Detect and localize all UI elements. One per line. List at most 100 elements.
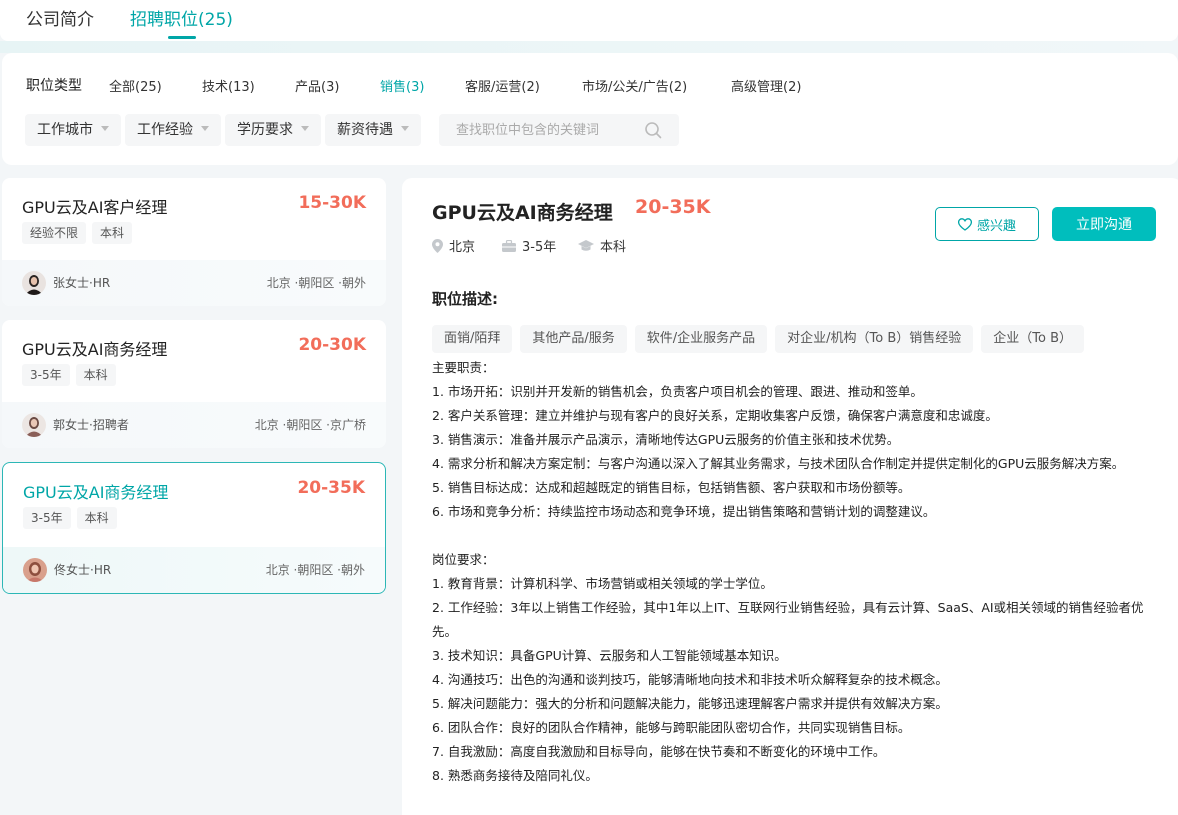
job-card-tags: 3-5年 本科 <box>22 364 116 386</box>
category-all[interactable]: 全部(25) <box>109 76 162 95</box>
job-card-title: GPU云及AI客户经理 <box>22 198 168 217</box>
top-nav: 公司简介 招聘职位(25) <box>0 0 1178 41</box>
keyword-tags: 面销/陌拜 其他产品/服务 软件/企业服务产品 对企业/机构（To B）销售经验… <box>432 325 1085 353</box>
job-description-heading: 职位描述: <box>432 290 498 308</box>
description-line: 4. 需求分析和解决方案定制：与客户沟通以深入了解其业务需求，与技术团队合作制定… <box>432 456 1125 471</box>
job-location: 北京 ·朝阳区 ·京广桥 <box>254 418 366 432</box>
salary-dropdown[interactable]: 薪资待遇 <box>325 114 421 146</box>
job-card[interactable]: GPU云及AI商务经理 20-30K 3-5年 本科 郭女士·招聘者 北京 ·朝… <box>2 320 386 448</box>
experience-dropdown[interactable]: 工作经验 <box>125 114 221 146</box>
tab-jobs[interactable]: 招聘职位(25) <box>130 5 233 30</box>
recruiter-name: 张女士·HR <box>53 276 111 290</box>
job-card-title: GPU云及AI商务经理 <box>23 483 169 502</box>
avatar <box>23 558 47 582</box>
recruiter-name: 佟女士·HR <box>54 563 112 577</box>
job-location: 北京 ·朝阳区 ·朝外 <box>266 276 366 290</box>
category-product[interactable]: 产品(3) <box>295 76 339 95</box>
job-detail-panel: GPU云及AI商务经理 20-35K 北京 3-5年 本科 感兴趣 立即沟通 职… <box>402 178 1178 815</box>
job-description: 主要职责： 1. 市场开拓：识别并开发新的销售机会，负责客户项目机会的管理、跟进… <box>432 356 1152 788</box>
avatar <box>22 413 46 437</box>
description-line: 6. 团队合作：良好的团队合作精神，能够与跨职能团队密切合作，共同实现销售目标。 <box>432 720 911 735</box>
caret-down-icon <box>401 125 409 131</box>
interest-button-label: 感兴趣 <box>976 218 1016 234</box>
description-line: 主要职责： <box>432 360 495 375</box>
description-line: 岗位要求： <box>432 552 495 567</box>
category-tech[interactable]: 技术(13) <box>202 76 255 95</box>
tag: 本科 <box>92 222 133 244</box>
recruiter-name: 郭女士·招聘者 <box>53 418 129 432</box>
job-type-label: 职位类型 <box>26 78 82 94</box>
city-dropdown-label: 工作城市 <box>37 122 93 138</box>
job-card-tags: 经验不限 本科 <box>22 222 133 244</box>
description-line: 6. 市场和竞争分析：持续监控市场动态和竞争环境，提出销售策略和营销计划的调整建… <box>432 504 936 519</box>
keyword-tag: 对企业/机构（To B）销售经验 <box>775 325 974 353</box>
education-dropdown-label: 学历要求 <box>237 122 293 138</box>
category-service-ops[interactable]: 客服/运营(2) <box>465 76 540 95</box>
keyword-tag: 面销/陌拜 <box>432 325 513 353</box>
job-card-footer: 佟女士·HR 北京 ·朝阳区 ·朝外 <box>3 547 385 593</box>
job-card-selected[interactable]: GPU云及AI商务经理 20-35K 3-5年 本科 佟女士·HR 北京 ·朝阳… <box>2 462 386 594</box>
graduation-cap-icon <box>578 239 594 251</box>
category-management[interactable]: 高级管理(2) <box>731 76 801 95</box>
job-experience: 3-5年 <box>502 236 556 255</box>
tag: 经验不限 <box>22 222 87 244</box>
description-line: 2. 客户关系管理：建立并维护与现有客户的良好关系，定期收集客户反馈，确保客户满… <box>432 408 998 423</box>
job-title: GPU云及AI商务经理 <box>432 202 613 224</box>
interest-button[interactable]: 感兴趣 <box>935 207 1039 241</box>
job-city-text: 北京 <box>449 240 476 255</box>
category-sales[interactable]: 销售(3) <box>380 76 424 95</box>
description-line: 3. 技术知识：具备GPU计算、云服务和人工智能领域基本知识。 <box>432 648 787 663</box>
chat-now-button[interactable]: 立即沟通 <box>1052 207 1156 241</box>
tag: 本科 <box>75 364 116 386</box>
job-card-salary: 20-30K <box>298 335 366 355</box>
description-line: 7. 自我激励：高度自我激励和目标导向，能够在快节奏和不断变化的环境中工作。 <box>432 744 886 759</box>
description-line: 1. 市场开拓：识别并开发新的销售机会，负责客户项目机会的管理、跟进、推动和签单… <box>432 384 923 399</box>
caret-down-icon <box>101 125 109 131</box>
job-city: 北京 <box>432 236 475 255</box>
experience-dropdown-label: 工作经验 <box>137 122 193 138</box>
filter-panel: 职位类型 全部(25) 技术(13) 产品(3) 销售(3) 客服/运营(2) … <box>2 53 1178 165</box>
description-line: 5. 解决问题能力：强大的分析和问题解决能力，能够迅速理解客户需求并提供有效解决… <box>432 696 948 711</box>
job-card-tags: 3-5年 本科 <box>23 507 117 529</box>
education-dropdown[interactable]: 学历要求 <box>225 114 321 146</box>
description-line: 3. 销售演示：准备并展示产品演示，清晰地传达GPU云服务的价值主张和技术优势。 <box>432 432 900 447</box>
keyword-search <box>439 114 679 146</box>
active-tab-indicator <box>168 36 196 39</box>
job-card-title: GPU云及AI商务经理 <box>22 340 168 359</box>
heart-icon <box>957 217 972 231</box>
keyword-tag: 企业（To B） <box>981 325 1085 353</box>
description-line: 5. 销售目标达成：达成和超越既定的销售目标，包括销售额、客户获取和市场份额等。 <box>432 480 911 495</box>
divider-band <box>0 41 1178 53</box>
job-location: 北京 ·朝阳区 ·朝外 <box>265 563 365 577</box>
keyword-tag: 其他产品/服务 <box>520 325 627 353</box>
caret-down-icon <box>301 125 309 131</box>
chat-now-button-label: 立即沟通 <box>1076 217 1132 233</box>
tab-company-intro[interactable]: 公司简介 <box>26 5 94 30</box>
job-salary: 20-35K <box>635 196 711 218</box>
job-card[interactable]: GPU云及AI客户经理 15-30K 经验不限 本科 张女士·HR 北京 ·朝阳… <box>2 178 386 306</box>
city-dropdown[interactable]: 工作城市 <box>25 114 121 146</box>
description-line: 4. 沟通技巧：出色的沟通和谈判技巧，能够清晰地向技术和非技术听众解释复杂的技术… <box>432 672 948 687</box>
job-card-salary: 20-35K <box>297 478 365 498</box>
description-line: 8. 熟悉商务接待及陪同礼仪。 <box>432 768 598 783</box>
job-experience-text: 3-5年 <box>522 240 557 255</box>
search-input[interactable] <box>439 114 639 146</box>
avatar <box>22 271 46 295</box>
location-pin-icon <box>432 238 443 253</box>
job-card-salary: 15-30K <box>298 193 366 213</box>
tag: 3-5年 <box>23 507 71 529</box>
keyword-tag: 软件/企业服务产品 <box>634 325 768 353</box>
search-icon[interactable] <box>644 121 662 139</box>
caret-down-icon <box>201 125 209 131</box>
job-card-footer: 郭女士·招聘者 北京 ·朝阳区 ·京广桥 <box>2 402 386 448</box>
salary-dropdown-label: 薪资待遇 <box>337 122 393 138</box>
category-marketing[interactable]: 市场/公关/广告(2) <box>582 76 687 95</box>
tag: 本科 <box>76 507 117 529</box>
job-education-text: 本科 <box>600 240 627 255</box>
tag: 3-5年 <box>22 364 70 386</box>
description-line: 1. 教育背景：计算机科学、市场营销或相关领域的学士学位。 <box>432 576 773 591</box>
description-line: 2. 工作经验：3年以上销售工作经验，其中1年以上IT、互联网行业销售经验，具有… <box>432 600 1144 639</box>
job-education: 本科 <box>578 236 626 255</box>
briefcase-icon <box>502 239 516 252</box>
